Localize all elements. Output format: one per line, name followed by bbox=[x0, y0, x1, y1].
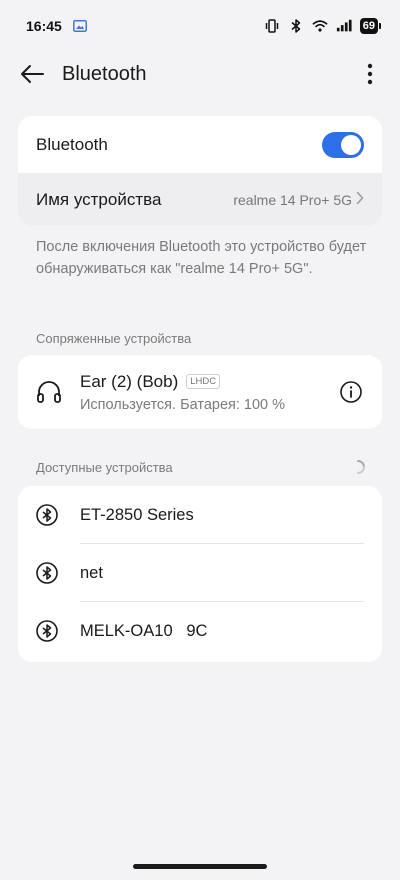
available-devices-header: Доступные устройства bbox=[36, 459, 366, 475]
available-device-name: MELK-OA10 9C bbox=[80, 621, 208, 640]
available-device-row[interactable]: MELK-OA10 9C bbox=[18, 602, 382, 660]
paired-device-status: Используется. Батарея: 100 % bbox=[80, 396, 286, 413]
available-device-name: ET-2850 Series bbox=[80, 505, 194, 524]
battery-icon: 69 bbox=[359, 18, 382, 34]
bluetooth-toggle-row[interactable]: Bluetooth bbox=[18, 116, 382, 173]
home-indicator[interactable] bbox=[133, 864, 267, 869]
info-icon[interactable] bbox=[338, 379, 364, 405]
status-bar: 16:45 69 bbox=[0, 0, 400, 52]
chevron-right-icon bbox=[356, 191, 364, 208]
visibility-hint: После включения Bluetooth это устройство… bbox=[36, 239, 367, 277]
bluetooth-toggle-switch[interactable] bbox=[322, 131, 364, 158]
available-device-row[interactable]: ET-2850 Series bbox=[18, 486, 382, 544]
device-name-value: realme 14 Pro+ 5G bbox=[233, 191, 352, 208]
loading-spinner-icon bbox=[350, 459, 366, 475]
paired-devices-title: Сопряженные устройства bbox=[36, 331, 192, 346]
status-time: 16:45 bbox=[26, 18, 62, 34]
device-name-label: Имя устройства bbox=[36, 189, 162, 209]
headphones-icon bbox=[36, 379, 62, 405]
available-device-name: net bbox=[80, 563, 103, 582]
bluetooth-device-icon bbox=[36, 620, 58, 642]
available-devices-title: Доступные устройства bbox=[36, 459, 173, 475]
available-devices-list: ET-2850 Series net MELK-OA10 9C bbox=[18, 486, 382, 662]
device-name-row[interactable]: Имя устройства realme 14 Pro+ 5G bbox=[18, 173, 382, 226]
available-device-row[interactable]: net bbox=[18, 544, 382, 602]
codec-badge: LHDC bbox=[186, 374, 221, 389]
signal-icon bbox=[336, 18, 352, 34]
paired-device-info: Ear (2) (Bob) LHDC Используется. Батарея… bbox=[80, 372, 338, 413]
vibrate-icon bbox=[264, 18, 280, 34]
back-arrow-icon[interactable] bbox=[18, 60, 46, 88]
paired-device-row[interactable]: Ear (2) (Bob) LHDC Используется. Батарея… bbox=[18, 355, 382, 429]
bluetooth-settings-card: Bluetooth Имя устройства realme 14 Pro+ … bbox=[18, 116, 382, 226]
paired-device-name: Ear (2) (Bob) bbox=[80, 371, 179, 391]
gallery-notification-icon bbox=[72, 18, 88, 34]
bluetooth-toggle-label: Bluetooth bbox=[36, 134, 108, 154]
bluetooth-device-icon bbox=[36, 504, 58, 526]
page-title: Bluetooth bbox=[62, 62, 147, 85]
bluetooth-status-icon bbox=[288, 18, 304, 34]
more-options-icon[interactable] bbox=[358, 60, 382, 88]
wifi-icon bbox=[312, 18, 328, 34]
bluetooth-device-icon bbox=[36, 562, 58, 584]
app-bar: Bluetooth bbox=[0, 52, 400, 96]
